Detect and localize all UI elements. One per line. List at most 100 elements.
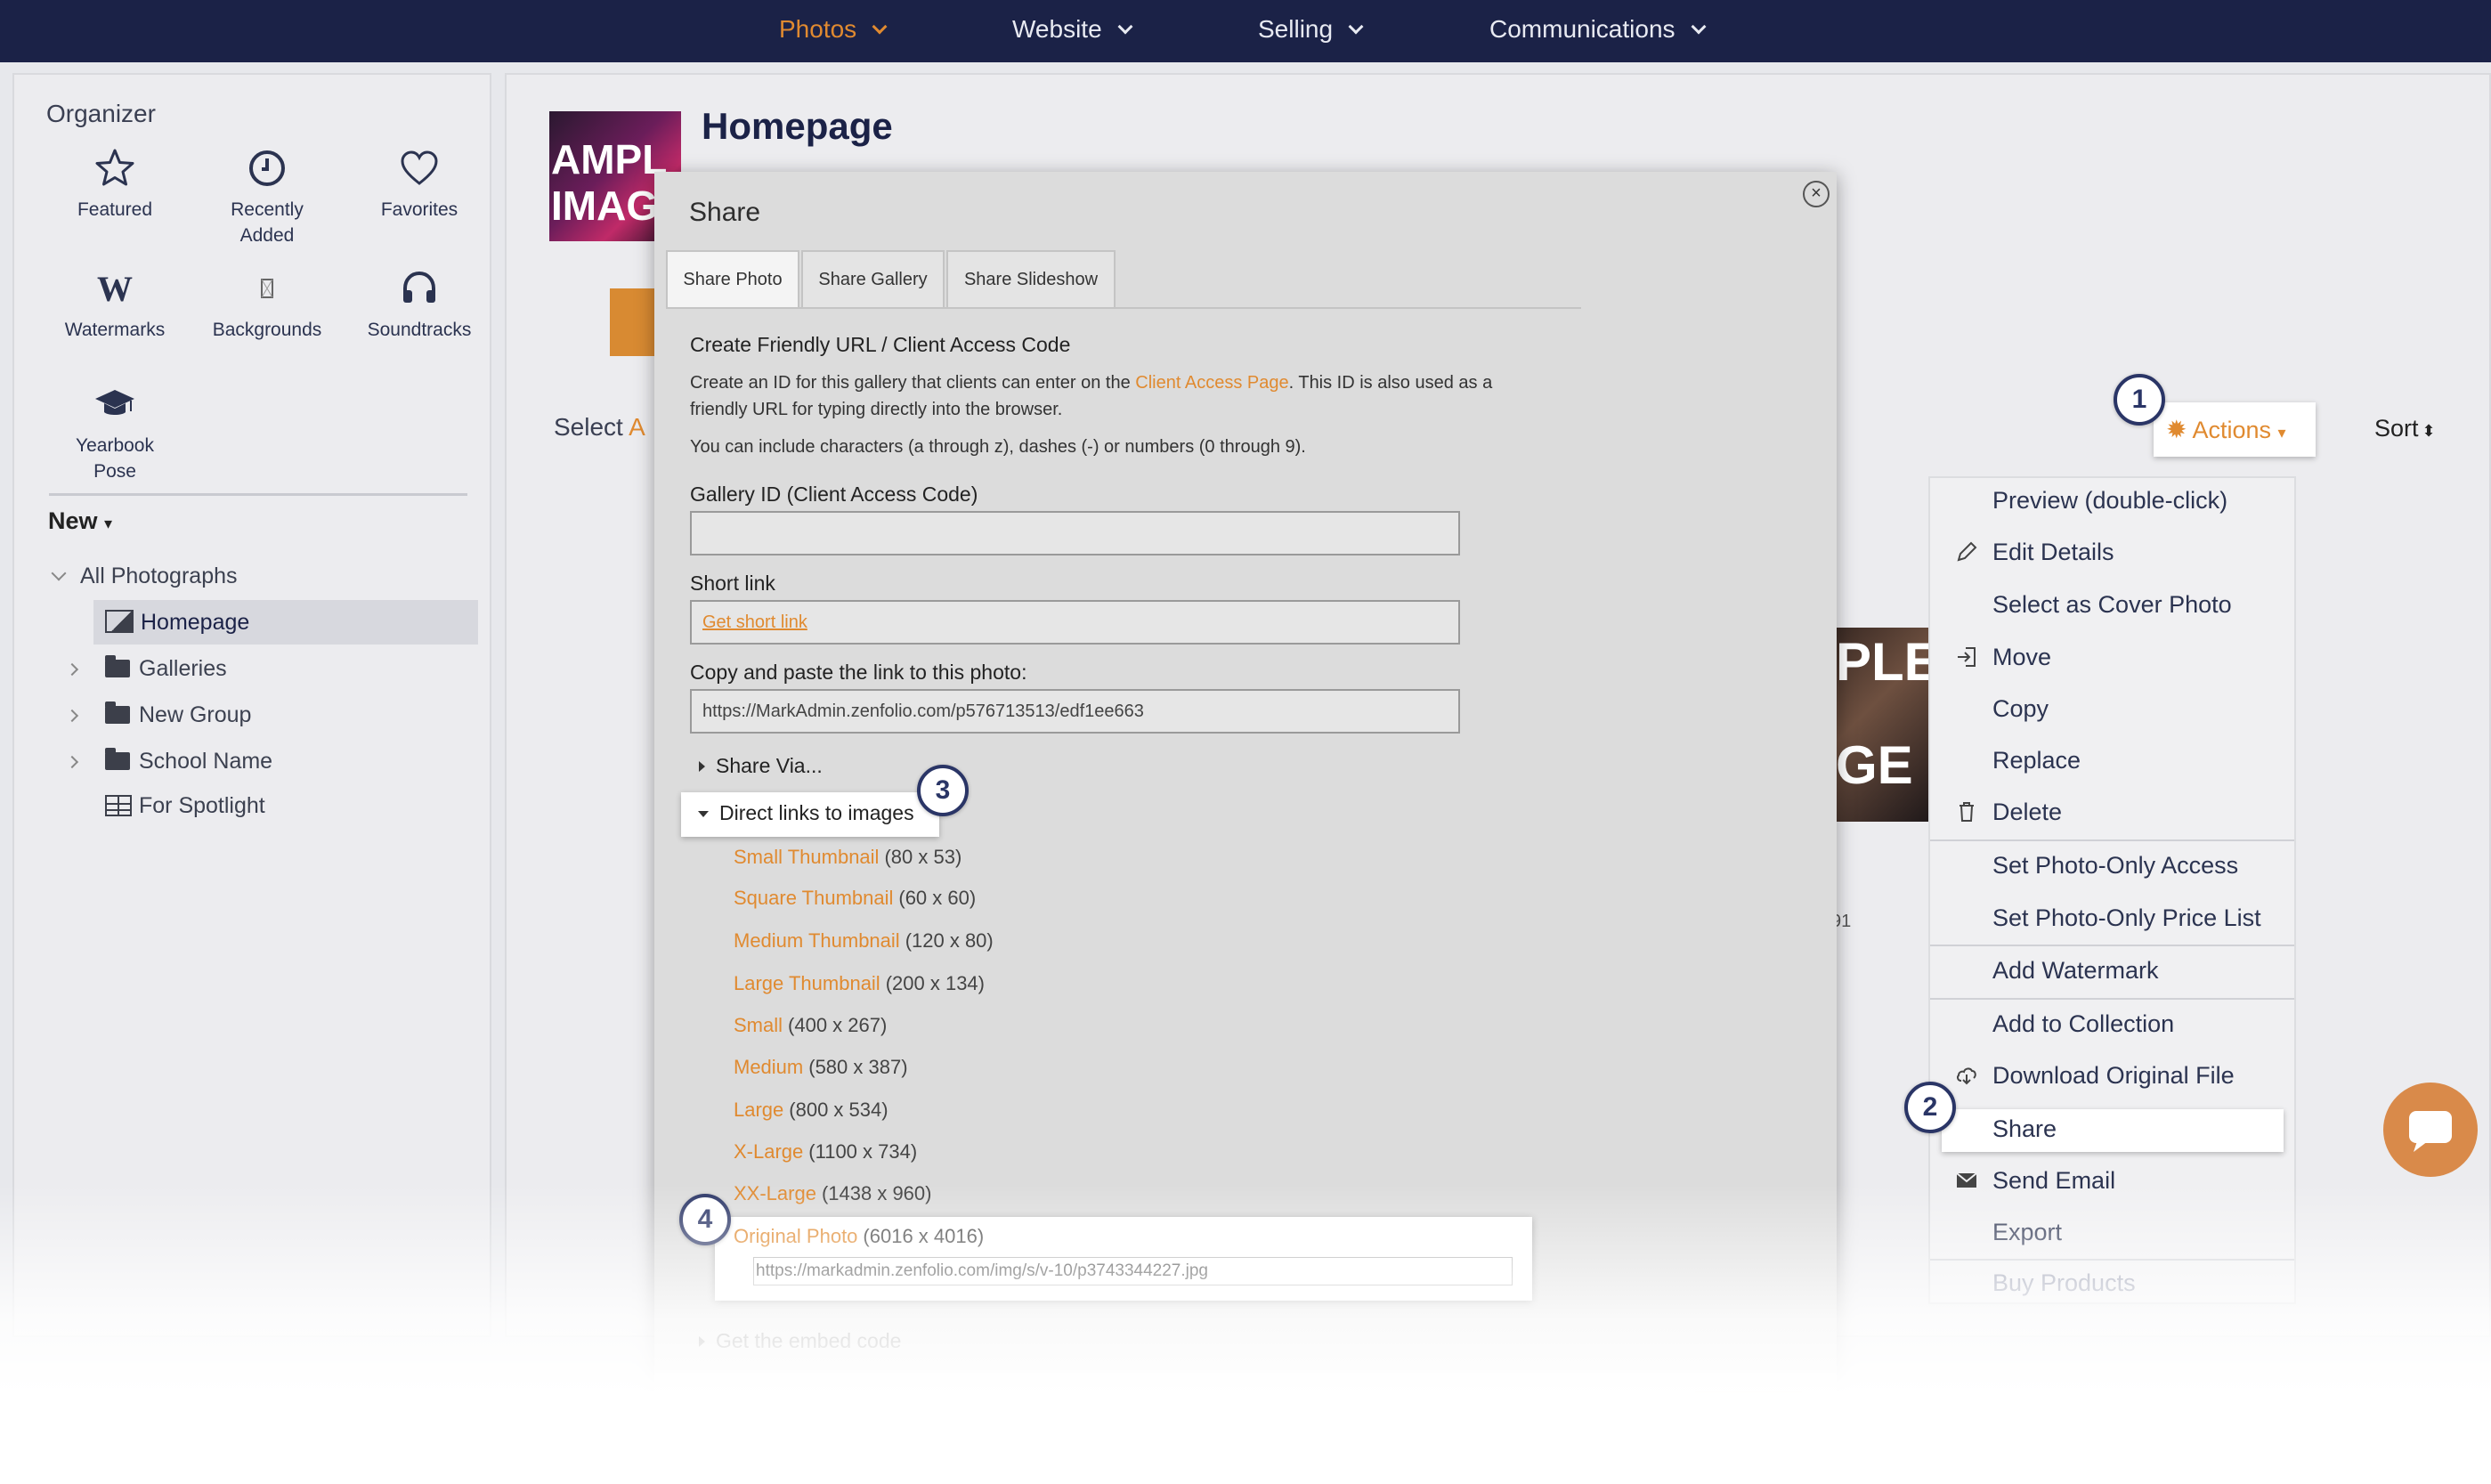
nav-photos[interactable]: Photos [779, 0, 888, 62]
size-link[interactable]: XX-Large [734, 1182, 816, 1204]
menu-item-add-to-collection[interactable]: Add to Collection [1992, 1010, 2174, 1038]
tab-share-photo[interactable]: Share Photo [666, 250, 799, 308]
get-short-link[interactable]: Get short link [702, 612, 807, 632]
image-icon [105, 610, 134, 633]
modal-close-icon[interactable]: × [1803, 181, 1830, 207]
nav-communications[interactable]: Communications [1489, 0, 1707, 62]
size-link[interactable]: Square Thumbnail [734, 887, 893, 909]
chevron-down-icon [1691, 19, 1707, 35]
chat-button[interactable] [2383, 1083, 2478, 1177]
organizer-yearbook-pose[interactable]: Yearbook Pose [39, 383, 191, 484]
menu-item-send-email[interactable]: Send Email [1992, 1167, 2115, 1195]
select-label[interactable]: Select A [554, 413, 645, 442]
organizer-backgrounds[interactable]: Backgrounds [191, 267, 343, 343]
menu-item-replace[interactable]: Replace [1992, 747, 2081, 774]
watermark-icon: W [93, 267, 136, 310]
size-link[interactable]: Small Thumbnail [734, 846, 879, 868]
size-link[interactable]: Large [734, 1099, 783, 1121]
menu-item-photo-only-price-list[interactable]: Set Photo-Only Price List [1992, 904, 2261, 932]
size-dims: (800 x 534) [789, 1099, 888, 1121]
organizer-recently-added[interactable]: Recently Added [191, 147, 343, 248]
size-link-row: XX-Large (1438 x 960) [734, 1182, 931, 1205]
tree-item-homepage[interactable]: Homepage [105, 602, 249, 643]
organizer-watermarks[interactable]: W Watermarks [39, 267, 191, 343]
sort-label: Sort [2374, 415, 2419, 442]
embed-code-toggle[interactable]: Get the embed code [699, 1329, 901, 1353]
size-link[interactable]: Medium Thumbnail [734, 929, 900, 952]
original-photo-link[interactable]: Original Photo [734, 1225, 857, 1247]
organizer-soundtracks-label: Soundtracks [367, 320, 472, 340]
menu-item-preview[interactable]: Preview (double-click) [1992, 487, 2227, 515]
nav-selling-label: Selling [1258, 15, 1334, 43]
menu-item-share[interactable]: Share [1992, 1115, 2057, 1143]
organizer-title: Organizer [46, 100, 156, 127]
friendly-url-description: Create an ID for this gallery that clien… [690, 373, 1492, 393]
menu-item-photo-only-access[interactable]: Set Photo-Only Access [1992, 852, 2238, 880]
gallery-id-input[interactable] [690, 511, 1460, 555]
nav-selling[interactable]: Selling [1258, 0, 1364, 62]
tab-share-gallery[interactable]: Share Gallery [801, 250, 945, 308]
nav-website[interactable]: Website [1012, 0, 1133, 62]
nav-communications-label: Communications [1489, 15, 1676, 43]
allowed-characters-note: You can include characters (a through z)… [690, 437, 1306, 457]
step-badge-2: 2 [1904, 1082, 1956, 1133]
client-access-page-link[interactable]: Client Access Page [1135, 373, 1288, 393]
menu-item-add-watermark[interactable]: Add Watermark [1992, 957, 2159, 985]
size-link-row: Large (800 x 534) [734, 1099, 888, 1122]
photo-thumbnail[interactable]: PLE GE [1836, 628, 1928, 822]
envelope-icon [1955, 1169, 1978, 1192]
tree-item-label: School Name [139, 749, 273, 774]
organizer-featured[interactable]: Featured [39, 147, 191, 223]
menu-item-buy-products[interactable]: Buy Products [1992, 1269, 2136, 1297]
menu-item-delete[interactable]: Delete [1992, 799, 2062, 826]
short-link-label: Short link [690, 572, 775, 595]
actions-button[interactable]: ✹ Actions ▾ [2154, 402, 2316, 457]
new-menu-button[interactable]: New ▾ [48, 507, 112, 535]
chevron-down-icon [51, 565, 67, 581]
size-link[interactable]: Small [734, 1014, 783, 1036]
select-label-text: Select [554, 413, 623, 441]
share-via-toggle[interactable]: Share Via... [699, 754, 823, 778]
size-dims: (120 x 80) [905, 929, 994, 952]
direct-links-toggle[interactable]: Direct links to images [698, 801, 914, 825]
organizer-yearbook-pose-label: Yearbook Pose [76, 435, 154, 482]
tree-item-galleries[interactable]: Galleries [105, 648, 227, 689]
top-navigation: Photos Website Selling Communications [0, 0, 2491, 62]
share-via-label: Share Via... [716, 754, 823, 777]
size-link[interactable]: X-Large [734, 1140, 803, 1163]
menu-divider [1930, 945, 2294, 946]
menu-divider [1930, 998, 2294, 1000]
folder-icon [105, 655, 130, 677]
tree-item-new-group[interactable]: New Group [105, 694, 251, 735]
upload-button[interactable] [610, 288, 654, 356]
folder-icon [105, 701, 130, 724]
size-link[interactable]: Large Thumbnail [734, 972, 880, 994]
caret-down-icon: ▾ [2277, 424, 2286, 442]
size-link[interactable]: Medium [734, 1056, 803, 1078]
original-photo-url-input[interactable]: https://markadmin.zenfolio.com/img/s/v-1… [753, 1257, 1513, 1285]
select-all-link[interactable]: A [629, 413, 645, 441]
pencil-icon [1955, 540, 1978, 564]
short-link-field[interactable]: Get short link [690, 600, 1460, 645]
menu-item-download-original[interactable]: Download Original File [1992, 1062, 2235, 1090]
tree-item-for-spotlight[interactable]: For Spotlight [105, 785, 265, 826]
headphones-icon [398, 267, 441, 310]
size-dims: (80 x 53) [884, 846, 962, 868]
heart-icon [398, 147, 441, 190]
tree-item-school-name[interactable]: School Name [105, 741, 272, 782]
tree-root-all-photographs[interactable]: All Photographs [51, 555, 238, 596]
organizer-soundtracks[interactable]: Soundtracks [344, 267, 495, 343]
menu-item-edit-details[interactable]: Edit Details [1992, 539, 2114, 566]
move-icon [1955, 645, 1978, 669]
menu-item-move[interactable]: Move [1992, 644, 2051, 671]
menu-item-export[interactable]: Export [1992, 1219, 2062, 1246]
size-link-row: Square Thumbnail (60 x 60) [734, 887, 976, 910]
menu-item-select-cover[interactable]: Select as Cover Photo [1992, 591, 2232, 619]
tab-share-slideshow[interactable]: Share Slideshow [946, 250, 1116, 308]
menu-item-copy[interactable]: Copy [1992, 695, 2049, 723]
organizer-favorites[interactable]: Favorites [344, 147, 495, 223]
close-button[interactable]: CLOSE [1695, 1391, 1802, 1424]
photo-link-input[interactable]: https://MarkAdmin.zenfolio.com/p57671351… [690, 689, 1460, 734]
sort-button[interactable]: Sort ⬍ [2374, 415, 2436, 442]
embed-code-label: Get the embed code [716, 1329, 902, 1352]
